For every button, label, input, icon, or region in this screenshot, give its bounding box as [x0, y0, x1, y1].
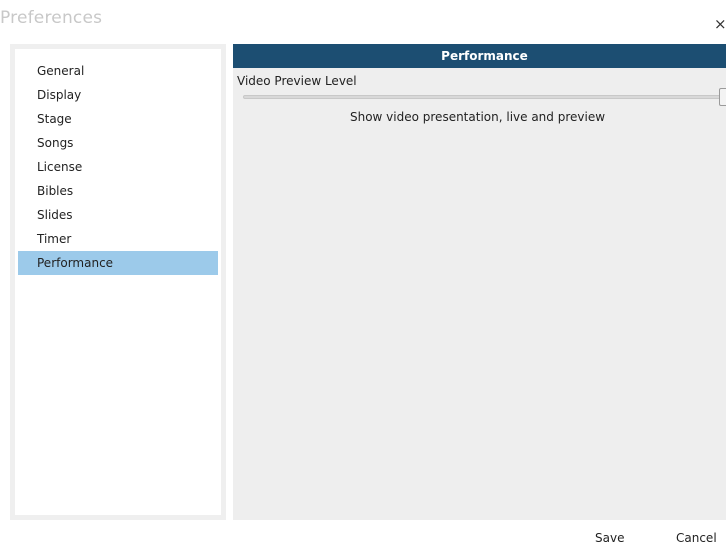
sidebar-list: General Display Stage Songs License Bibl…: [15, 49, 221, 515]
sidebar-item-slides[interactable]: Slides: [18, 203, 218, 227]
slider-value-caption: Show video presentation, live and previe…: [349, 110, 606, 124]
panel-header: Performance: [233, 44, 726, 68]
sidebar-item-performance[interactable]: Performance: [18, 251, 218, 275]
sidebar-item-license[interactable]: License: [18, 155, 218, 179]
sidebar-item-timer[interactable]: Timer: [18, 227, 218, 251]
close-icon[interactable]: ×: [714, 16, 726, 32]
sidebar-item-stage[interactable]: Stage: [18, 107, 218, 131]
settings-panel: Performance Video Preview Level Show vid…: [233, 44, 726, 520]
sidebar-item-bibles[interactable]: Bibles: [18, 179, 218, 203]
window-title: Preferences: [0, 8, 103, 28]
video-preview-level-label: Video Preview Level: [237, 74, 357, 88]
sidebar-item-general[interactable]: General: [18, 59, 218, 83]
save-button[interactable]: Save: [595, 531, 624, 545]
sidebar-item-display[interactable]: Display: [18, 83, 218, 107]
sidebar: General Display Stage Songs License Bibl…: [10, 44, 226, 520]
cancel-button[interactable]: Cancel: [676, 531, 717, 545]
slider-handle[interactable]: [719, 88, 726, 106]
video-preview-level-slider[interactable]: [243, 95, 721, 99]
sidebar-item-songs[interactable]: Songs: [18, 131, 218, 155]
